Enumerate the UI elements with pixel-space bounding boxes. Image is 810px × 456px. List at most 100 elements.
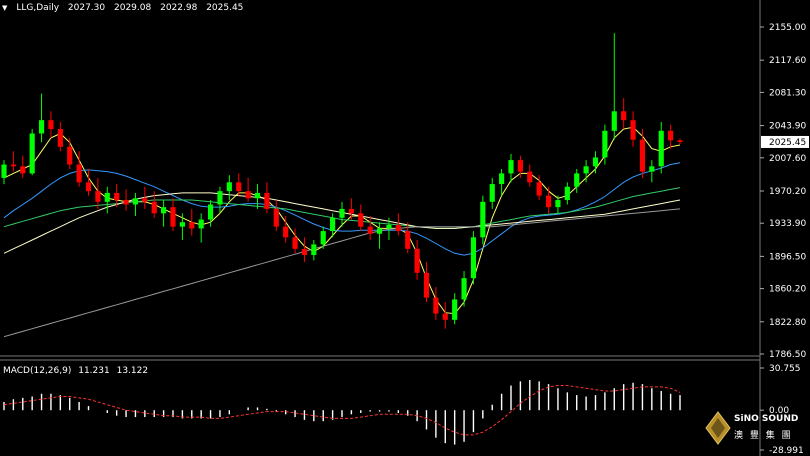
candle-body [583, 166, 589, 174]
price-tick-label: 2007.60 [769, 154, 806, 164]
candle-body [320, 231, 326, 245]
candle-body [452, 299, 458, 320]
candle-body [489, 184, 495, 202]
candle-body [292, 237, 298, 249]
candle-body [592, 157, 599, 167]
price-tick-label: 2081.30 [769, 88, 806, 98]
price-tick-label: 1786.50 [769, 350, 806, 360]
candle-body [95, 191, 101, 202]
candle-body [555, 200, 561, 208]
close-value: 2025.45 [206, 3, 244, 13]
candle-body [536, 182, 542, 196]
candle-body [1, 164, 7, 178]
candle-body [57, 129, 63, 147]
candle-body [367, 226, 373, 234]
candle-body [264, 192, 270, 209]
candle-body [330, 217, 336, 232]
candle-body [414, 248, 420, 273]
ma-line-5 [3, 208, 681, 338]
dropdown-triangle-icon[interactable]: ▼ [2, 4, 7, 12]
candle-body [358, 213, 364, 227]
candle-body [649, 166, 655, 172]
candle-body [179, 222, 185, 227]
candle-body [658, 130, 664, 167]
price-tick-label: 2117.60 [769, 56, 806, 66]
candle-body [405, 231, 411, 249]
macd-signal-line [3, 385, 681, 436]
candle-body [461, 278, 467, 300]
macd-tick-label: 30.755 [769, 364, 801, 374]
candle-body [499, 173, 505, 185]
candle-body [198, 219, 204, 229]
candle-body [339, 208, 345, 218]
candle-body [433, 297, 439, 314]
candle-body [677, 140, 683, 142]
candle-body [76, 164, 82, 183]
candle-body [48, 120, 54, 130]
price-axis: 2155.00 2117.60 2081.30 2043.90 2007.60 1970.… [760, 23, 809, 360]
price-tick-label: 1896.50 [769, 252, 806, 262]
candle-body [574, 173, 580, 187]
candle-body [151, 201, 157, 214]
candle-body [301, 248, 308, 256]
candlesticks [1, 33, 683, 329]
candle-body [527, 171, 533, 183]
candle-body [254, 192, 261, 199]
candle-body [67, 146, 73, 165]
candle-body [283, 226, 289, 238]
low-value: 2022.98 [160, 3, 198, 13]
current-price-label: 2025.45 [769, 138, 806, 148]
candle-body [508, 160, 514, 174]
candle-body [602, 130, 608, 158]
price-tick-label: 2155.00 [769, 23, 806, 33]
candle-body [104, 192, 110, 202]
macd-main-value: 11.231 [78, 366, 110, 376]
candle-body [545, 195, 552, 208]
candle-body [517, 160, 523, 172]
macd-label: MACD(12,26,9) [3, 366, 72, 376]
candle-body [226, 182, 232, 192]
sino-sound-logo: SiNO SOUND 澳 豐 集 團 [704, 410, 804, 450]
candle-body [20, 166, 26, 174]
candle-body [123, 200, 129, 205]
symbol-label: LLG,Daily [16, 3, 60, 13]
candle-body [348, 208, 354, 214]
logo-diamond-icon [705, 411, 731, 445]
macd-panel [3, 380, 681, 445]
candle-body [376, 228, 383, 234]
open-value: 2027.30 [67, 3, 106, 13]
macd-signal-value: 13.122 [116, 366, 149, 376]
chart-header: ▼ LLG,Daily 2027.30 2029.08 2022.98 2025.… [2, 3, 243, 13]
candle-body [630, 120, 636, 140]
candle-body [161, 207, 167, 214]
price-tick-label: 1933.90 [769, 219, 806, 229]
candle-body [611, 111, 617, 131]
candle-body [470, 237, 477, 279]
candle-body [236, 182, 242, 192]
price-tick-label: 1860.20 [769, 285, 806, 295]
candle-body [10, 164, 16, 167]
macd-header: MACD(12,26,9) 11.231 13.122 [3, 366, 148, 376]
candle-body [395, 224, 401, 232]
candle-body [273, 208, 279, 227]
candle-body [29, 133, 35, 174]
candle-body [142, 198, 148, 202]
candle-body [480, 201, 486, 238]
logo-subtitle: 澳 豐 集 團 [734, 431, 793, 441]
candle-body [423, 272, 430, 298]
candle-body [564, 186, 570, 201]
candle-body [621, 111, 627, 121]
candle-body [207, 204, 214, 220]
price-tick-label: 2043.90 [769, 122, 806, 132]
moving-averages [3, 126, 681, 338]
candle-body [442, 313, 448, 320]
candle-body [668, 130, 674, 141]
candle-body [311, 244, 317, 256]
candle-body [217, 191, 223, 205]
candle-body [170, 207, 176, 227]
logo-name: SiNO SOUND [734, 414, 799, 424]
candle-body [85, 182, 92, 192]
price-chart[interactable]: 2155.00 2117.60 2081.30 2043.90 2007.60 1970.… [0, 0, 810, 456]
candle-body [38, 120, 45, 134]
high-value: 2029.08 [114, 3, 152, 13]
